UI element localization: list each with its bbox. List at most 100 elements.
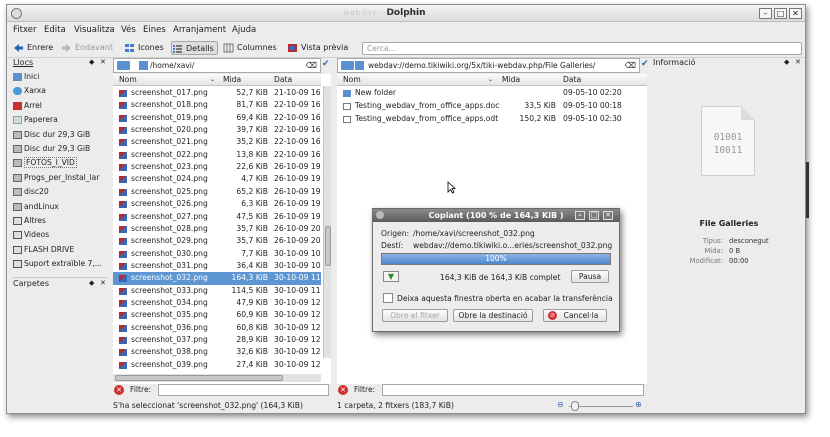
left-file-row[interactable]: screenshot_034.png 47,9 KiB 30-10-09 12	[113, 297, 321, 309]
left-file-row[interactable]: screenshot_039.png 27,4 KiB 30-10-09 12	[113, 359, 321, 371]
scroll-thumb[interactable]	[325, 226, 331, 266]
menu-arranjament[interactable]: Arranjament	[173, 25, 226, 35]
place-disc-1[interactable]: Disc dur 29,3 GiB	[7, 128, 107, 142]
left-file-row[interactable]: screenshot_037.png 28,9 KiB 30-10-09 12	[113, 334, 321, 346]
left-horizontal-scrollbar[interactable]	[113, 374, 321, 382]
menu-ajuda[interactable]: Ajuda	[232, 25, 256, 35]
place-disc20[interactable]: disc20	[7, 185, 107, 199]
place-progs[interactable]: Progs_per_Instal_lar	[7, 171, 107, 185]
column-size[interactable]: Mida	[502, 74, 520, 86]
open-file-button[interactable]: Obre el fitxer	[382, 309, 448, 322]
place-arrel[interactable]: Arrel	[7, 99, 107, 113]
left-file-row[interactable]: screenshot_029.png 35,7 KiB 26-10-09 20	[113, 235, 321, 247]
icons-view-button[interactable]: Icones	[124, 41, 164, 55]
open-destination-button[interactable]: Obre la destinació	[453, 309, 533, 322]
left-file-row[interactable]: screenshot_018.png 81,7 KiB 22-10-09 16	[113, 99, 321, 111]
left-file-row[interactable]: screenshot_017.png 52,7 KiB 21-10-09 16	[113, 87, 321, 99]
info-scrollbar[interactable]	[806, 162, 809, 218]
column-name[interactable]: Nom	[343, 74, 361, 86]
left-file-row[interactable]: screenshot_031.png 36,4 KiB 30-10-09 10	[113, 260, 321, 272]
place-videos[interactable]: Videos	[7, 228, 107, 242]
left-file-row[interactable]: screenshot_032.png 164,3 KiB 30-10-09 11	[113, 272, 321, 285]
left-file-row[interactable]: screenshot_020.png 39,7 KiB 22-10-09 16	[113, 124, 321, 136]
place-xarxa[interactable]: Xarxa	[7, 84, 107, 98]
zoom-handle[interactable]	[571, 401, 579, 411]
menu-visualitza[interactable]: Visualitza	[74, 25, 115, 35]
place-andlinux[interactable]: andLinux	[7, 200, 107, 214]
panel-float-icon[interactable]: ◆	[784, 58, 789, 66]
left-filter-input[interactable]	[158, 384, 329, 396]
place-disc-2[interactable]: Disc dur 29,3 GiB	[7, 142, 107, 156]
left-file-row[interactable]: screenshot_022.png 13,8 KiB 22-10-09 16	[113, 149, 321, 161]
search-input[interactable]: Cerca...	[362, 42, 802, 55]
left-file-row[interactable]: screenshot_036.png 60,8 KiB 30-10-09 12	[113, 322, 321, 334]
keep-open-checkbox[interactable]	[383, 293, 393, 303]
dialog-minimize-button[interactable]: –	[575, 211, 585, 220]
zoom-out-icon[interactable]: ⊖	[557, 400, 564, 409]
right-file-row[interactable]: New folder 09-05-10 02:20	[337, 87, 647, 99]
left-file-row[interactable]: screenshot_030.png 7,7 KiB 30-10-09 10	[113, 248, 321, 260]
zoom-in-icon[interactable]: ⊕	[635, 400, 642, 409]
right-filter-input[interactable]	[382, 384, 644, 396]
pause-button[interactable]: Pausa	[571, 270, 609, 283]
preview-button[interactable]: Vista prèvia	[287, 41, 348, 55]
cancel-button[interactable]: ⊘ Cancel·la	[543, 309, 607, 322]
place-suport-extraible[interactable]: Suport extraïble 7,...	[7, 257, 107, 271]
right-location-bar[interactable]: webdav://demo.tikiwiki.org/5x/tiki-webda…	[337, 58, 640, 73]
checkmark-icon[interactable]: ✔	[322, 59, 332, 72]
left-file-row[interactable]: screenshot_028.png 35,7 KiB 26-10-09 20	[113, 223, 321, 235]
left-file-row[interactable]: screenshot_026.png 6,3 KiB 26-10-09 19	[113, 198, 321, 210]
place-paperera[interactable]: Paperera	[7, 113, 107, 127]
column-size[interactable]: Mida	[223, 74, 241, 86]
left-file-row[interactable]: screenshot_023.png 22,6 KiB 26-10-09 19	[113, 161, 321, 173]
place-inici[interactable]: Inici	[7, 70, 107, 84]
column-date[interactable]: Data	[563, 74, 581, 86]
left-file-row[interactable]: screenshot_038.png 32,6 KiB 30-10-09 12	[113, 346, 321, 358]
place-flash-drive[interactable]: FLASH DRIVE	[7, 243, 107, 257]
columns-view-button[interactable]: Columnes	[223, 41, 277, 55]
panel-close-icon[interactable]: ✕	[100, 279, 106, 287]
panel-float-icon[interactable]: ◆	[89, 58, 94, 66]
left-file-row[interactable]: screenshot_027.png 47,5 KiB 26-10-09 19	[113, 211, 321, 223]
close-filter-icon[interactable]: ✕	[114, 385, 124, 395]
checkmark-icon[interactable]: ✔	[641, 59, 651, 72]
dialog-title-bar[interactable]: Copiant (100 % de 164,3 KiB ) – □ ✕	[373, 209, 619, 222]
zoom-slider[interactable]: ⊖ ⊕	[557, 400, 643, 412]
clear-path-icon[interactable]: ⌫	[625, 59, 636, 72]
menu-ves[interactable]: Vés	[121, 25, 136, 35]
menu-edita[interactable]: Edita	[44, 25, 66, 35]
dialog-close-button[interactable]: ✕	[603, 211, 613, 220]
sort-chevron-icon[interactable]: ⌄	[210, 74, 215, 86]
maximize-button[interactable]: □	[774, 8, 787, 19]
place-altres[interactable]: Altres	[7, 214, 107, 228]
panel-close-icon[interactable]: ✕	[795, 58, 801, 66]
close-button[interactable]: ✕	[789, 8, 802, 19]
left-file-row[interactable]: screenshot_035.png 60,9 KiB 30-10-09 12	[113, 309, 321, 321]
clear-path-icon[interactable]: ⌫	[306, 59, 317, 72]
close-filter-icon[interactable]: ✕	[338, 385, 348, 395]
column-name[interactable]: Nom	[119, 74, 137, 86]
title-bar[interactable]: webdav — Dolphin Dolphin – □ ✕	[7, 5, 805, 22]
scroll-thumb[interactable]	[115, 375, 283, 381]
left-file-row[interactable]: screenshot_024.png 4,7 KiB 26-10-09 19	[113, 173, 321, 185]
left-file-row[interactable]: screenshot_025.png 65,2 KiB 26-10-09 19	[113, 186, 321, 198]
left-file-row[interactable]: screenshot_019.png 69,4 KiB 22-10-09 16	[113, 112, 321, 124]
left-file-row[interactable]: screenshot_021.png 35,2 KiB 22-10-09 16	[113, 136, 321, 148]
column-date[interactable]: Data	[274, 74, 292, 86]
left-vertical-scrollbar[interactable]	[323, 86, 331, 358]
details-view-button[interactable]: Detalls	[171, 41, 218, 55]
left-location-bar[interactable]: /home/xavi/ ⌫	[113, 58, 321, 73]
left-file-row[interactable]: screenshot_033.png 114,5 KiB 30-10-09 11	[113, 285, 321, 297]
right-file-row[interactable]: Testing_webdav_from_office_apps.doc 33,5…	[337, 100, 647, 112]
details-expander-icon[interactable]: ▼	[383, 271, 399, 282]
place-fotos[interactable]: FOTOS_I_VID	[7, 156, 107, 170]
minimize-button[interactable]: –	[759, 8, 772, 19]
forward-button[interactable]: Endavant	[61, 41, 113, 55]
panel-float-icon[interactable]: ◆	[89, 279, 94, 287]
dialog-app-icon[interactable]	[376, 211, 384, 219]
menu-eines[interactable]: Eines	[143, 25, 166, 35]
dialog-maximize-button[interactable]: □	[589, 211, 599, 220]
panel-close-icon[interactable]: ✕	[100, 58, 106, 66]
right-file-row[interactable]: Testing_webdav_from_office_apps.odt 150,…	[337, 113, 647, 125]
sort-chevron-icon[interactable]: ⌄	[488, 74, 493, 86]
